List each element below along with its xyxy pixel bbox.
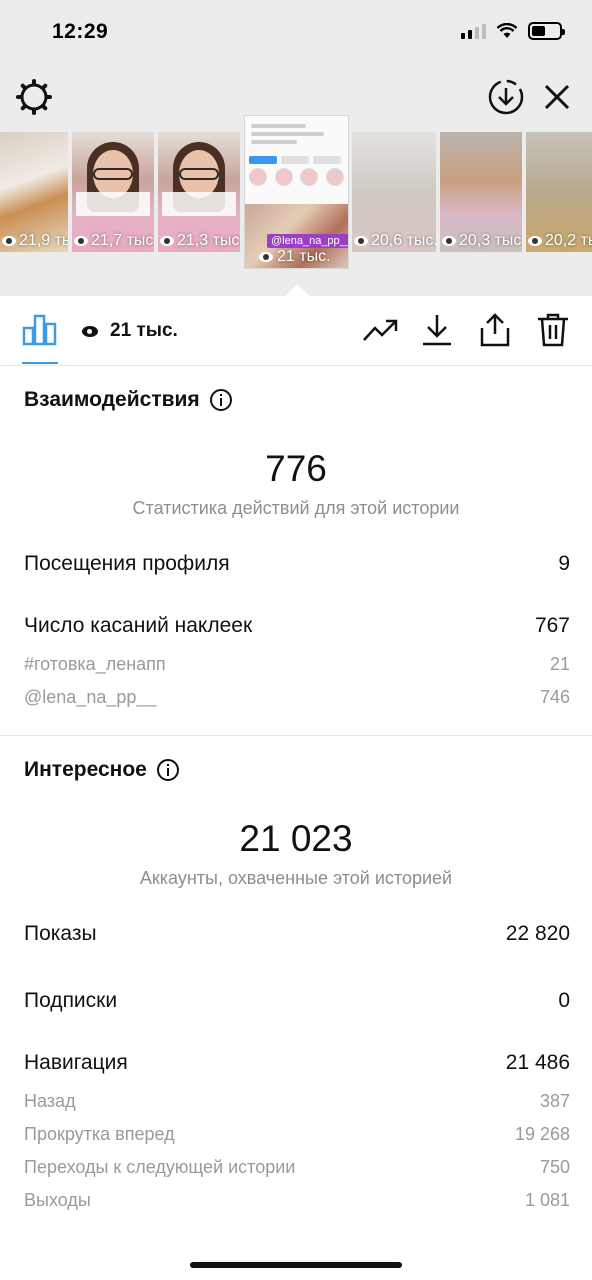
- follows-row: Подписки 0: [24, 989, 570, 1013]
- navigation-detail-label: Переходы к следующей истории: [24, 1157, 296, 1177]
- thumbnail-views: 20,3 тыс.: [442, 232, 522, 250]
- eye-icon: [528, 236, 542, 246]
- thumbnail-views: 21 тыс.: [259, 248, 331, 266]
- navigation-detail-row: Прокрутка вперед 19 268: [24, 1124, 570, 1145]
- interactions-caption: Статистика действий для этой истории: [132, 498, 460, 518]
- sticker-taps-label: Число касаний наклеек: [24, 614, 253, 637]
- battery-icon: [528, 22, 565, 40]
- story-thumbnail[interactable]: 20,2 тыс.: [526, 132, 592, 252]
- info-icon[interactable]: [156, 759, 179, 781]
- story-thumbnail[interactable]: 21,9 тыс.: [0, 132, 68, 252]
- follows-label: Подписки: [24, 989, 118, 1012]
- navigation-detail-row: Назад 387: [24, 1091, 570, 1112]
- sticker-row: #готовка_ленапп 21: [24, 654, 570, 675]
- views-count-label: 21 тыс.: [110, 320, 178, 341]
- profile-visits-value: 9: [558, 552, 570, 575]
- thumbnail-views: 21,9 тыс.: [2, 232, 68, 250]
- navigation-detail-value: 1 081: [524, 1190, 570, 1210]
- story-preview-area: 12:29 21,9 тыс. 21,7 тыс.: [0, 0, 592, 296]
- navigation-detail-row: Выходы 1 081: [24, 1190, 570, 1211]
- reach-caption: Аккаунты, охваченные этой историей: [139, 868, 453, 888]
- trending-icon[interactable]: [362, 312, 400, 351]
- thumbnail-views: 21,7 тыс.: [74, 232, 154, 250]
- status-bar: 12:29: [0, 0, 592, 64]
- download-circle-icon[interactable]: [487, 78, 525, 121]
- navigation-detail-value: 387: [539, 1091, 570, 1111]
- navigation-detail-label: Назад: [24, 1091, 76, 1111]
- cellular-signal-icon: [461, 23, 486, 39]
- eye-icon: [442, 236, 456, 246]
- interactions-section-title: Взаимодействия: [24, 388, 232, 412]
- interactions-total: 776: [265, 448, 327, 489]
- eye-icon: [160, 236, 174, 246]
- eye-icon: [82, 325, 98, 337]
- sticker-value: 746: [539, 687, 570, 707]
- mention-sticker: @lena_na_pp__: [267, 234, 348, 248]
- profile-visits-row: Посещения профиля 9: [24, 552, 570, 576]
- story-thumbnail[interactable]: 21,3 тыс.: [158, 132, 240, 252]
- navigation-row: Навигация 21 486: [24, 1051, 570, 1075]
- profile-visits-label: Посещения профиля: [24, 552, 230, 575]
- impressions-row: Показы 22 820: [24, 922, 570, 946]
- section-divider: [0, 735, 592, 736]
- selection-pointer: [285, 284, 309, 296]
- navigation-detail-label: Выходы: [24, 1190, 91, 1210]
- eye-icon: [2, 236, 16, 246]
- insights-toolbar: 21 тыс.: [0, 296, 592, 366]
- reach-total: 21 023: [239, 818, 353, 859]
- sticker-label: @lena_na_pp__: [24, 687, 157, 707]
- info-icon[interactable]: [209, 389, 232, 411]
- navigation-label: Навигация: [24, 1051, 128, 1074]
- sticker-value: 21: [549, 654, 570, 674]
- impressions-value: 22 820: [505, 922, 570, 945]
- sticker-label: #готовка_ленапп: [24, 654, 166, 674]
- navigation-detail-label: Прокрутка вперед: [24, 1124, 175, 1144]
- thumbnail-views: 21,3 тыс.: [160, 232, 240, 250]
- interactions-title-label: Взаимодействия: [24, 388, 200, 411]
- close-icon[interactable]: [540, 80, 574, 119]
- wifi-icon: [496, 23, 518, 39]
- thumbnail-views: 20,2 тыс.: [528, 232, 592, 250]
- follows-value: 0: [558, 989, 570, 1012]
- sticker-taps-value: 767: [534, 614, 570, 637]
- story-thumbnail[interactable]: 21,7 тыс.: [72, 132, 154, 252]
- discovery-title-label: Интересное: [24, 758, 147, 781]
- share-icon[interactable]: [478, 312, 512, 353]
- bar-chart-icon[interactable]: [22, 314, 58, 351]
- gear-icon[interactable]: [15, 78, 53, 121]
- eye-icon: [74, 236, 88, 246]
- status-time: 12:29: [52, 20, 109, 43]
- discovery-section-title: Интересное: [24, 758, 179, 782]
- sticker-row: @lena_na_pp__ 746: [24, 687, 570, 708]
- status-icons: [461, 22, 565, 40]
- thumbnail-views: 20,6 тыс.: [354, 232, 436, 250]
- story-thumbnail[interactable]: 20,6 тыс.: [352, 132, 436, 252]
- story-thumbnail[interactable]: 20,3 тыс.: [440, 132, 522, 252]
- download-icon[interactable]: [420, 312, 454, 353]
- eye-icon: [354, 236, 368, 246]
- navigation-detail-value: 750: [539, 1157, 570, 1177]
- active-tab-indicator: [22, 362, 58, 364]
- home-indicator[interactable]: [190, 1262, 402, 1268]
- trash-icon[interactable]: [536, 312, 570, 353]
- views-count: 21 тыс.: [82, 320, 178, 342]
- header-controls: [0, 76, 592, 120]
- navigation-value: 21 486: [505, 1051, 570, 1074]
- sticker-taps-row: Число касаний наклеек 767: [24, 614, 570, 638]
- impressions-label: Показы: [24, 922, 97, 945]
- navigation-detail-row: Переходы к следующей истории 750: [24, 1157, 570, 1178]
- navigation-detail-value: 19 268: [514, 1124, 570, 1144]
- selected-story-thumbnail[interactable]: @lena_na_pp__ 21 тыс.: [245, 116, 348, 268]
- eye-icon: [259, 252, 273, 262]
